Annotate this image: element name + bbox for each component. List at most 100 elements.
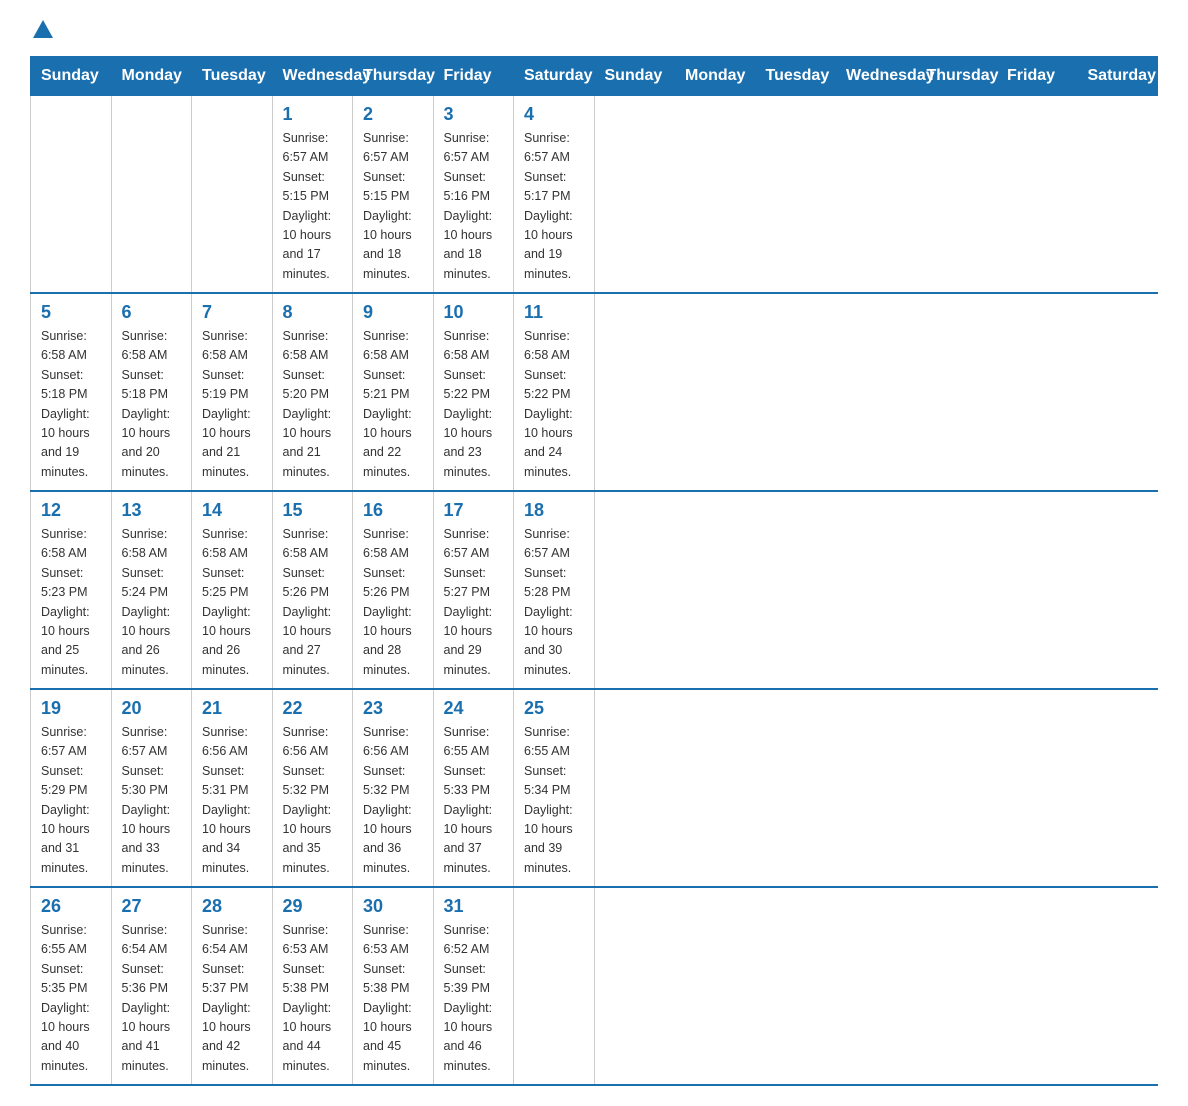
day-info: Sunrise: 6:57 AM Sunset: 5:29 PM Dayligh… <box>41 723 101 878</box>
column-header-sunday: Sunday <box>594 57 675 96</box>
calendar-cell: 18 Sunrise: 6:57 AM Sunset: 5:28 PM Dayli… <box>514 491 595 689</box>
column-header-friday: Friday <box>997 57 1078 96</box>
day-number: 24 <box>444 698 504 719</box>
day-info: Sunrise: 6:58 AM Sunset: 5:18 PM Dayligh… <box>41 327 101 482</box>
day-number: 29 <box>283 896 343 917</box>
day-number: 17 <box>444 500 504 521</box>
calendar-cell: 24Sunrise: 6:55 AM Sunset: 5:33 PM Dayli… <box>433 689 514 887</box>
calendar-cell: 13 Sunrise: 6:58 AM Sunset: 5:24 PM Dayli… <box>111 491 192 689</box>
calendar-cell: 7 Sunrise: 6:58 AM Sunset: 5:19 PM Daylig… <box>192 293 273 491</box>
day-info: Sunrise: 6:57 AM Sunset: 5:15 PM Dayligh… <box>363 129 423 284</box>
calendar-cell: 27Sunrise: 6:54 AM Sunset: 5:36 PM Dayli… <box>111 887 192 1085</box>
column-header-wednesday: Wednesday <box>836 57 917 96</box>
day-info: Sunrise: 6:52 AM Sunset: 5:39 PM Dayligh… <box>444 921 504 1076</box>
day-number: 2 <box>363 104 423 125</box>
column-header-thursday: Thursday <box>353 57 434 96</box>
column-header-sunday: Sunday <box>31 57 112 96</box>
day-info: Sunrise: 6:58 AM Sunset: 5:24 PM Dayligh… <box>122 525 182 680</box>
calendar-cell: 25 Sunrise: 6:55 AM Sunset: 5:34 PM Dayli… <box>514 689 595 887</box>
calendar-cell: 23Sunrise: 6:56 AM Sunset: 5:32 PM Dayli… <box>353 689 434 887</box>
column-header-tuesday: Tuesday <box>755 57 836 96</box>
day-info: Sunrise: 6:56 AM Sunset: 5:32 PM Dayligh… <box>283 723 343 878</box>
calendar-cell: 4 Sunrise: 6:57 AM Sunset: 5:17 PM Daylig… <box>514 96 595 294</box>
day-number: 4 <box>524 104 584 125</box>
day-info: Sunrise: 6:54 AM Sunset: 5:36 PM Dayligh… <box>122 921 182 1076</box>
column-header-wednesday: Wednesday <box>272 57 353 96</box>
calendar-week-row: 1 Sunrise: 6:57 AM Sunset: 5:15 PM Daylig… <box>31 96 1158 294</box>
calendar-cell: 15Sunrise: 6:58 AM Sunset: 5:26 PM Dayli… <box>272 491 353 689</box>
column-header-monday: Monday <box>675 57 756 96</box>
day-number: 26 <box>41 896 101 917</box>
day-info: Sunrise: 6:57 AM Sunset: 5:16 PM Dayligh… <box>444 129 504 284</box>
day-info: Sunrise: 6:58 AM Sunset: 5:20 PM Dayligh… <box>283 327 343 482</box>
day-number: 1 <box>283 104 343 125</box>
calendar-cell: 20 Sunrise: 6:57 AM Sunset: 5:30 PM Dayli… <box>111 689 192 887</box>
calendar-cell <box>192 96 273 294</box>
day-number: 18 <box>524 500 584 521</box>
calendar-cell <box>111 96 192 294</box>
calendar-cell: 10 Sunrise: 6:58 AM Sunset: 5:22 PM Dayli… <box>433 293 514 491</box>
calendar-cell: 12Sunrise: 6:58 AM Sunset: 5:23 PM Dayli… <box>31 491 112 689</box>
calendar-cell: 11 Sunrise: 6:58 AM Sunset: 5:22 PM Dayli… <box>514 293 595 491</box>
day-info: Sunrise: 6:58 AM Sunset: 5:26 PM Dayligh… <box>363 525 423 680</box>
calendar-cell <box>31 96 112 294</box>
column-header-tuesday: Tuesday <box>192 57 273 96</box>
day-info: Sunrise: 6:58 AM Sunset: 5:19 PM Dayligh… <box>202 327 262 482</box>
day-number: 16 <box>363 500 423 521</box>
calendar-cell <box>514 887 595 1085</box>
day-info: Sunrise: 6:57 AM Sunset: 5:30 PM Dayligh… <box>122 723 182 878</box>
day-number: 13 <box>122 500 182 521</box>
day-info: Sunrise: 6:57 AM Sunset: 5:15 PM Dayligh… <box>283 129 343 284</box>
day-number: 3 <box>444 104 504 125</box>
calendar-cell: 19 Sunrise: 6:57 AM Sunset: 5:29 PM Dayli… <box>31 689 112 887</box>
day-number: 15 <box>283 500 343 521</box>
day-info: Sunrise: 6:57 AM Sunset: 5:17 PM Dayligh… <box>524 129 584 284</box>
calendar-cell: 17 Sunrise: 6:57 AM Sunset: 5:27 PM Dayli… <box>433 491 514 689</box>
day-number: 19 <box>41 698 101 719</box>
column-header-friday: Friday <box>433 57 514 96</box>
day-number: 22 <box>283 698 343 719</box>
column-header-monday: Monday <box>111 57 192 96</box>
day-info: Sunrise: 6:57 AM Sunset: 5:27 PM Dayligh… <box>444 525 504 680</box>
calendar-cell: 30 Sunrise: 6:53 AM Sunset: 5:38 PM Dayli… <box>353 887 434 1085</box>
day-number: 11 <box>524 302 584 323</box>
calendar-cell: 22 Sunrise: 6:56 AM Sunset: 5:32 PM Dayli… <box>272 689 353 887</box>
day-number: 28 <box>202 896 262 917</box>
calendar-cell: 28 Sunrise: 6:54 AM Sunset: 5:37 PM Dayli… <box>192 887 273 1085</box>
calendar-cell: 21Sunrise: 6:56 AM Sunset: 5:31 PM Dayli… <box>192 689 273 887</box>
day-number: 20 <box>122 698 182 719</box>
calendar-week-row: 26Sunrise: 6:55 AM Sunset: 5:35 PM Dayli… <box>31 887 1158 1085</box>
day-info: Sunrise: 6:53 AM Sunset: 5:38 PM Dayligh… <box>283 921 343 1076</box>
day-info: Sunrise: 6:53 AM Sunset: 5:38 PM Dayligh… <box>363 921 423 1076</box>
day-number: 8 <box>283 302 343 323</box>
day-number: 5 <box>41 302 101 323</box>
day-number: 10 <box>444 302 504 323</box>
day-info: Sunrise: 6:58 AM Sunset: 5:25 PM Dayligh… <box>202 525 262 680</box>
logo-triangle-icon <box>33 20 53 38</box>
calendar-cell: 9 Sunrise: 6:58 AM Sunset: 5:21 PM Daylig… <box>353 293 434 491</box>
calendar-cell: 26Sunrise: 6:55 AM Sunset: 5:35 PM Dayli… <box>31 887 112 1085</box>
day-number: 9 <box>363 302 423 323</box>
day-info: Sunrise: 6:58 AM Sunset: 5:22 PM Dayligh… <box>444 327 504 482</box>
day-number: 31 <box>444 896 504 917</box>
day-info: Sunrise: 6:58 AM Sunset: 5:18 PM Dayligh… <box>122 327 182 482</box>
day-info: Sunrise: 6:58 AM Sunset: 5:21 PM Dayligh… <box>363 327 423 482</box>
column-header-thursday: Thursday <box>916 57 997 96</box>
day-number: 25 <box>524 698 584 719</box>
calendar-week-row: 5 Sunrise: 6:58 AM Sunset: 5:18 PM Daylig… <box>31 293 1158 491</box>
day-number: 12 <box>41 500 101 521</box>
day-info: Sunrise: 6:58 AM Sunset: 5:22 PM Dayligh… <box>524 327 584 482</box>
day-info: Sunrise: 6:54 AM Sunset: 5:37 PM Dayligh… <box>202 921 262 1076</box>
calendar-week-row: 19 Sunrise: 6:57 AM Sunset: 5:29 PM Dayli… <box>31 689 1158 887</box>
day-number: 6 <box>122 302 182 323</box>
calendar-cell: 31 Sunrise: 6:52 AM Sunset: 5:39 PM Dayli… <box>433 887 514 1085</box>
calendar-cell: 14Sunrise: 6:58 AM Sunset: 5:25 PM Dayli… <box>192 491 273 689</box>
day-info: Sunrise: 6:55 AM Sunset: 5:34 PM Dayligh… <box>524 723 584 878</box>
calendar-header-row: SundayMondayTuesdayWednesdayThursdayFrid… <box>31 57 1158 96</box>
calendar-cell: 2 Sunrise: 6:57 AM Sunset: 5:15 PM Daylig… <box>353 96 434 294</box>
day-number: 30 <box>363 896 423 917</box>
day-info: Sunrise: 6:56 AM Sunset: 5:31 PM Dayligh… <box>202 723 262 878</box>
calendar-cell: 6 Sunrise: 6:58 AM Sunset: 5:18 PM Daylig… <box>111 293 192 491</box>
day-info: Sunrise: 6:57 AM Sunset: 5:28 PM Dayligh… <box>524 525 584 680</box>
day-number: 7 <box>202 302 262 323</box>
